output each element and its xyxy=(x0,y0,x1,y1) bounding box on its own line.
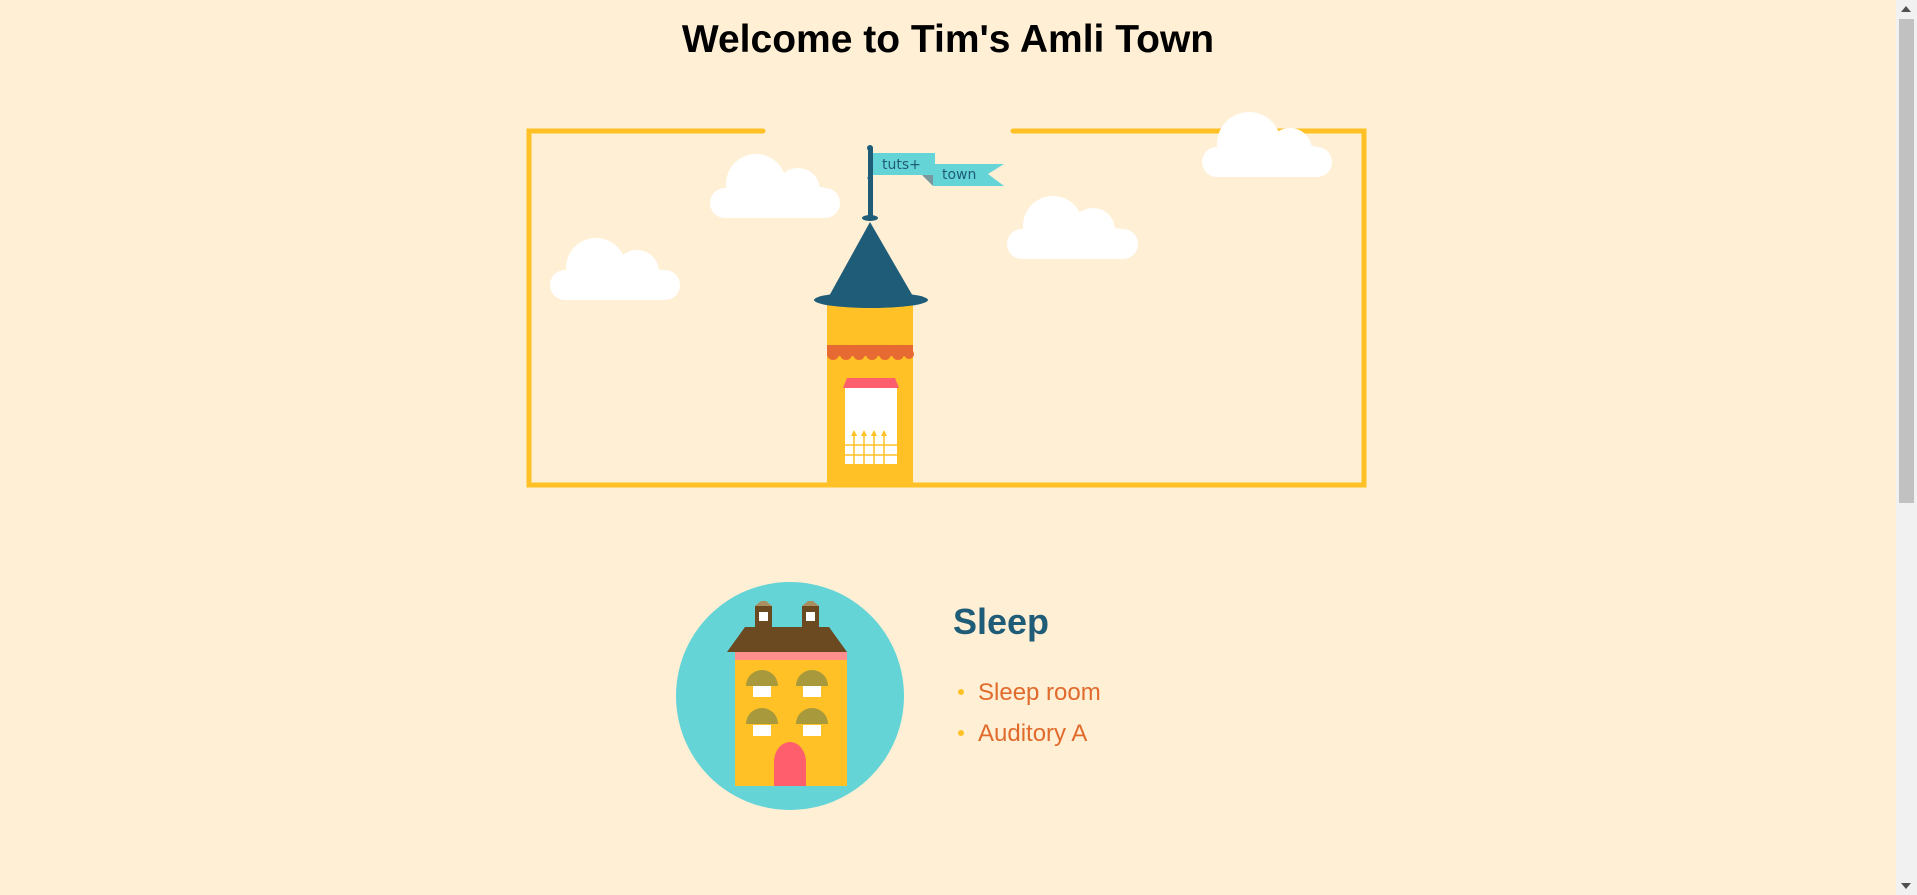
section-item-list: Sleep room Auditory A xyxy=(953,672,1101,754)
bullet-icon xyxy=(958,730,964,736)
scroll-up-arrow-icon[interactable] xyxy=(1901,6,1911,12)
flag-banner: tuts+ town xyxy=(873,153,1004,186)
list-item: Auditory A xyxy=(953,713,1101,754)
cloud-icon xyxy=(710,154,840,218)
scrollbar-thumb[interactable] xyxy=(1899,19,1914,503)
bullet-icon xyxy=(958,689,964,695)
flag-top-label: tuts+ xyxy=(882,157,921,173)
cloud-icon xyxy=(1007,196,1138,259)
list-item-label: Sleep room xyxy=(978,679,1101,706)
building-icon xyxy=(676,582,904,810)
cloud-icon xyxy=(550,238,680,300)
list-item-label: Auditory A xyxy=(978,720,1088,747)
cloud-icon xyxy=(1202,112,1332,177)
section-title: Sleep xyxy=(953,601,1050,642)
vertical-scrollbar[interactable] xyxy=(1896,0,1917,895)
list-item: Sleep room xyxy=(953,672,1101,713)
flag-bottom-label: town xyxy=(942,167,976,183)
scroll-down-arrow-icon[interactable] xyxy=(1901,883,1911,889)
